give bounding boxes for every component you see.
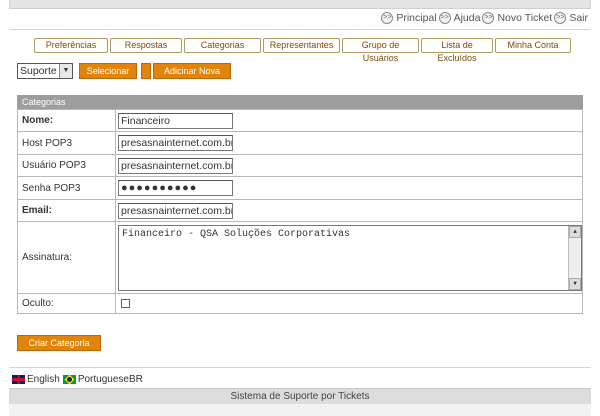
footer: Sistema de Suporte por Tickets [9,388,591,404]
arrow-circle-icon: >> [482,12,495,24]
tab-categorias[interactable]: Categorias [184,38,261,53]
user-field[interactable]: presasnainternet.com.br [118,157,233,174]
host-label: Host POP3 [17,131,116,155]
spacer-button [141,63,151,79]
language-portuguese-br[interactable]: PortugueseBR [78,374,143,385]
form-row-pass: Senha POP3 ●●●●●●●●●● [17,176,583,200]
tab-minha-conta[interactable]: Minha Conta [495,38,571,53]
add-new-button[interactable]: Adicinar Nova [153,63,231,79]
password-field[interactable]: ●●●●●●●●●● [118,180,233,196]
select-button[interactable]: Selecionar [79,63,137,79]
panel-title: Categorias [17,95,583,109]
tab-respostas[interactable]: Respostas [110,38,182,53]
create-category-button[interactable]: Criar Categoria [17,335,101,351]
category-select-value: Suporte [20,65,57,77]
nav-principal-label: Principal [396,12,437,24]
brazil-flag-icon[interactable] [62,375,76,384]
admin-tabs: Preferências Respostas Categorias Repres… [34,38,573,63]
signature-text: Financeiro - QSA Soluções Corporativas [122,228,351,240]
tab-representantes[interactable]: Representantes [263,38,340,53]
category-select[interactable]: Suporte ▼ [17,63,73,79]
form-row-name: Nome: Financeiro [17,109,583,132]
nav-novo-ticket-label: Novo Ticket [497,12,553,24]
footer-separator [9,367,591,368]
name-label: Nome: [17,109,116,132]
top-bar [9,0,591,9]
category-select-row: Suporte ▼ Selecionar Adicinar Nova [17,63,231,79]
form-row-signature: Assinatura: Financeiro - QSA Soluções Co… [17,221,583,294]
category-form: Nome: Financeiro Host POP3 presasnainter… [17,109,583,314]
signature-label: Assinatura: [17,221,116,294]
tab-lista-excluidos[interactable]: Lista de Excluídos [421,38,493,63]
hidden-label: Oculto: [17,293,116,314]
pass-label: Senha POP3 [17,176,116,200]
scroll-down-icon[interactable]: ▼ [569,277,581,290]
top-nav: >> Principal >> Ajuda >> Novo Ticket >> Sair [379,12,588,24]
language-english[interactable]: English [27,374,60,385]
signature-textarea[interactable]: Financeiro - QSA Soluções Corporativas ▲… [118,224,582,291]
tab-grupo-usuarios[interactable]: Grupo de Usuários [342,38,419,63]
chevron-down-icon: ▼ [59,64,72,78]
signature-scrollbar[interactable]: ▲ ▼ [568,225,581,290]
email-label: Email: [17,199,116,222]
email-field[interactable]: presasnainternet.com.br [118,202,233,219]
nav-principal[interactable]: >> Principal [381,12,437,24]
scroll-up-icon[interactable]: ▲ [569,225,581,238]
category-panel: Categorias Nome: Financeiro Host POP3 pr… [17,95,583,314]
form-row-user: Usuário POP3 presasnainternet.com.br [17,154,583,177]
tab-preferencias[interactable]: Preferências [34,38,108,53]
host-field[interactable]: presasnainternet.com.br [118,135,233,151]
nav-ajuda-label: Ajuda [453,12,481,24]
uk-flag-icon[interactable] [12,375,25,384]
form-row-email: Email: presasnainternet.com.br [17,199,583,222]
nav-sair-label: Sair [569,12,588,24]
name-field[interactable]: Financeiro [118,112,233,129]
form-row-host: Host POP3 presasnainternet.com.br [17,131,583,155]
nav-ajuda[interactable]: >> Ajuda [438,12,481,24]
arrow-circle-icon: >> [381,12,394,24]
language-selector: English PortugueseBR [12,374,143,385]
form-row-hidden: Oculto: [17,293,583,314]
nav-novo-ticket[interactable]: >> Novo Ticket [482,12,552,24]
user-label: Usuário POP3 [17,154,116,177]
hidden-checkbox[interactable] [121,299,130,308]
arrow-circle-icon: >> [438,12,451,24]
nav-sair[interactable]: >> Sair [554,12,588,24]
arrow-circle-icon: >> [554,12,567,24]
bottom-bar [9,404,591,416]
